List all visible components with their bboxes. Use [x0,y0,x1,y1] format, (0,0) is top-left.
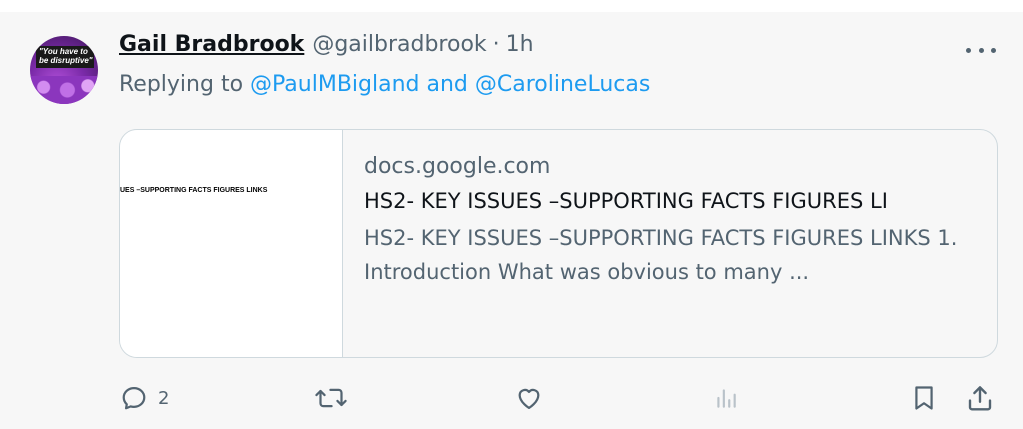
tweet-time[interactable]: 1h [506,32,534,57]
more-dot-icon [966,47,971,53]
bookmark-icon [910,383,938,413]
card-description: HS2- KEY ISSUES –SUPPORTING FACTS FIGURE… [364,226,958,284]
reply-icon [120,384,148,412]
avatar[interactable]: "You have to be disruptive" [30,36,98,104]
mention-link[interactable]: @PaulMBigland [250,72,419,97]
views-button[interactable] [713,380,739,416]
card-title: HS2- KEY ISSUES –SUPPORTING FACTS FIGURE… [364,189,888,213]
card-body: docs.google.com HS2- KEY ISSUES –SUPPORT… [364,154,984,289]
mention-conjunction[interactable]: and [427,72,468,97]
avatar-photo [30,76,98,104]
more-dot-icon [978,47,984,53]
link-preview-card[interactable]: UES –SUPPORTING FACTS FIGURES LINKS docs… [119,129,998,358]
reply-button[interactable]: 2 [120,380,169,416]
more-options-button[interactable] [966,38,996,62]
card-thumbnail[interactable]: UES –SUPPORTING FACTS FIGURES LINKS [120,130,343,357]
thumbnail-text: UES –SUPPORTING FACTS FIGURES LINKS [120,187,268,194]
reply-count: 2 [158,387,170,409]
author-name[interactable]: Gail Bradbrook [119,32,304,57]
tweet-header: Gail Bradbrook @gailbradbrook · 1h [119,32,534,68]
author-handle[interactable]: @gailbradbrook [312,32,486,57]
retweet-button[interactable] [314,380,348,416]
card-domain: docs.google.com [364,154,551,179]
like-icon [514,384,544,412]
share-icon [965,383,995,413]
like-button[interactable] [514,380,544,416]
views-icon [713,384,739,412]
more-dot-icon [991,47,996,53]
retweet-icon [314,384,348,412]
top-divider [0,0,1023,12]
separator: · [492,32,500,57]
bookmark-button[interactable] [910,380,938,416]
replying-prefix: Replying to [119,72,244,97]
tweet-actions: 2 [0,380,1023,416]
mention-link[interactable]: @CarolineLucas [475,72,650,97]
avatar-text: "You have to be disruptive" [39,47,93,65]
replying-to: Replying to @PaulMBigland and @CarolineL… [119,72,650,97]
share-button[interactable] [965,380,995,416]
